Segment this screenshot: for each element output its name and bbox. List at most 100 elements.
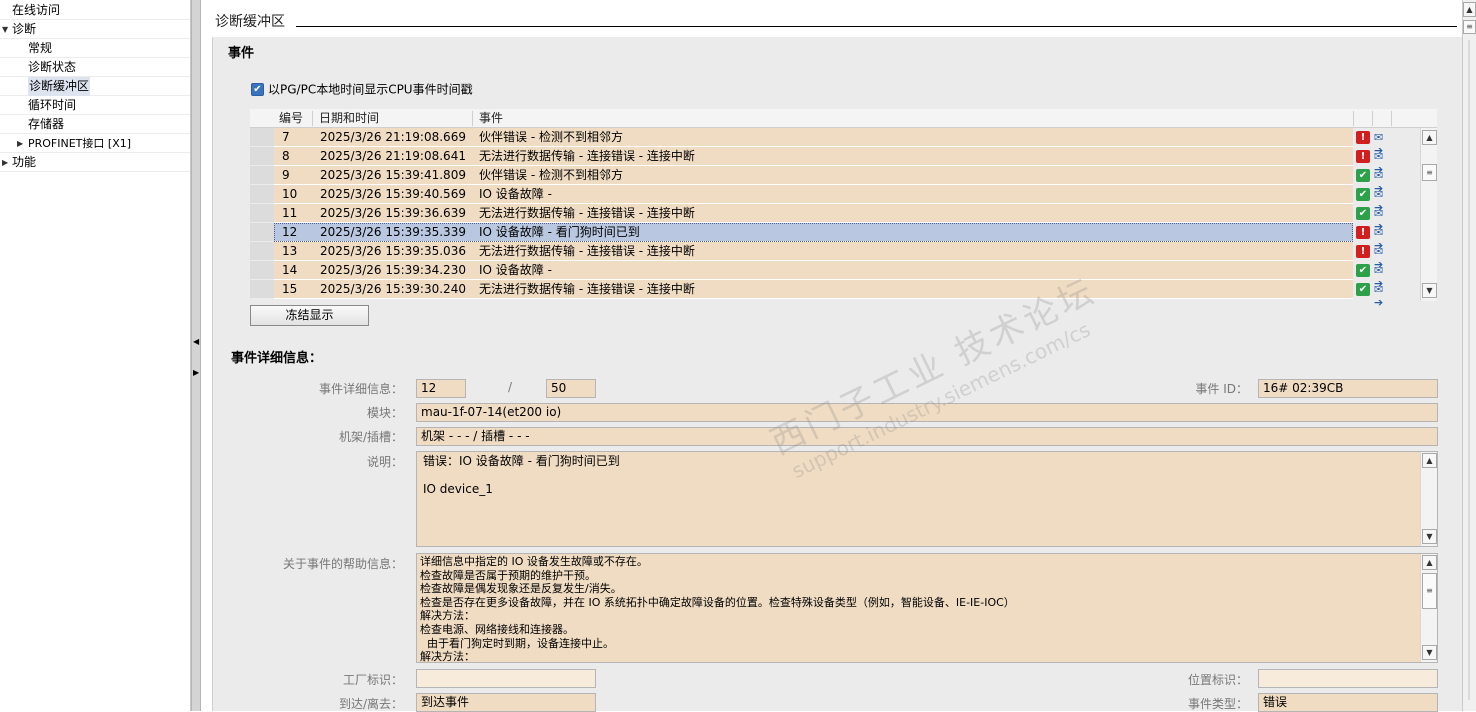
- event-row[interactable]: 15 2025/3/26 15:39:30.240 无法进行数据传输 - 连接错误 …: [250, 280, 1437, 309]
- scroll-thumb[interactable]: ≡: [1422, 164, 1437, 181]
- ok-status-icon[interactable]: ✔: [1356, 169, 1370, 182]
- tree-item-cycle-time[interactable]: 循环时间: [0, 96, 190, 115]
- tree-item-functions[interactable]: ▶ 功能: [0, 153, 190, 172]
- row-header[interactable]: [250, 128, 274, 147]
- diag-buffer-panel: 事件 ✔ 以PG/PC本地时间显示CPU事件时间戳 编号 日期和时间 事件 7 20…: [212, 37, 1462, 712]
- event-row[interactable]: 10 2025/3/26 15:39:40.569 IO 设备故障 - ✔ ✉➔: [250, 185, 1437, 214]
- column-separator[interactable]: [1391, 111, 1392, 126]
- module-field[interactable]: mau-1f-07-14(et200 io): [416, 403, 1438, 422]
- local-time-checkbox[interactable]: ✔: [251, 83, 264, 96]
- goto-device-icon[interactable]: ✉➔: [1374, 207, 1390, 233]
- tree-item-diagnostics[interactable]: ▼ 诊断: [0, 20, 190, 39]
- ok-status-icon[interactable]: ✔: [1356, 188, 1370, 201]
- chevron-down-icon[interactable]: ▼: [2, 20, 8, 39]
- ok-status-icon[interactable]: ✔: [1356, 207, 1370, 220]
- row-header[interactable]: [250, 242, 274, 261]
- scroll-down-icon[interactable]: ▼: [1422, 529, 1437, 544]
- panel-splitter[interactable]: ◀ ▶: [191, 0, 201, 711]
- row-header[interactable]: [250, 185, 274, 204]
- scroll-thumb[interactable]: ≡: [1422, 573, 1437, 609]
- row-header[interactable]: [250, 223, 274, 242]
- tree-item-profinet[interactable]: ▶ PROFINET接口 [X1]: [0, 134, 190, 153]
- tree-item-diag-status[interactable]: 诊断状态: [0, 58, 190, 77]
- ok-status-icon[interactable]: ✔: [1356, 264, 1370, 277]
- help-textarea[interactable]: 详细信息中指定的 IO 设备发生故障或不存在。 检查故障是否属于预期的维护干预。…: [416, 553, 1438, 663]
- goto-device-icon[interactable]: ✉➔: [1374, 188, 1390, 214]
- right-edge-scrollbar[interactable]: ▲ ≡: [1462, 0, 1476, 711]
- error-status-icon[interactable]: !: [1356, 245, 1370, 258]
- scroll-up-icon[interactable]: ▲: [1422, 130, 1437, 145]
- row-header[interactable]: [250, 261, 274, 280]
- event-row[interactable]: 8 2025/3/26 21:19:08.641 无法进行数据传输 - 连接错误 -…: [250, 147, 1437, 176]
- row-header[interactable]: [250, 280, 274, 299]
- tree-item-memory[interactable]: 存储器: [0, 115, 190, 134]
- event-row[interactable]: 12 2025/3/26 15:39:35.339 IO 设备故障 - 看门狗时间已…: [250, 223, 1437, 252]
- error-status-icon[interactable]: !: [1356, 131, 1370, 144]
- ok-status-icon[interactable]: ✔: [1356, 283, 1370, 296]
- row-header[interactable]: [250, 166, 274, 185]
- events-scrollbar[interactable]: ▲ ≡ ▼: [1420, 128, 1437, 301]
- column-separator[interactable]: [312, 111, 313, 126]
- goto-device-icon[interactable]: ✉➔: [1374, 226, 1390, 252]
- tree-item-online-access[interactable]: 在线访问: [0, 1, 190, 20]
- column-header-datetime[interactable]: 日期和时间: [319, 109, 379, 128]
- scroll-up-icon[interactable]: ▲: [1463, 2, 1476, 17]
- expand-right-icon[interactable]: ▶: [193, 368, 199, 377]
- collapse-left-icon[interactable]: ◀: [193, 337, 199, 346]
- tree-item-diag-buffer[interactable]: 诊断缓冲区: [0, 77, 190, 96]
- event-row[interactable]: 11 2025/3/26 15:39:36.639 无法进行数据传输 - 连接错误 …: [250, 204, 1437, 233]
- chevron-right-icon[interactable]: ▶: [2, 153, 8, 172]
- rack-slot-label: 机架/插槽：: [338, 430, 403, 444]
- scroll-track[interactable]: [1468, 40, 1470, 700]
- scroll-up-icon[interactable]: ▲: [1422, 453, 1437, 468]
- event-type-field[interactable]: 错误: [1258, 693, 1438, 712]
- description-textarea[interactable]: 错误：IO 设备故障 - 看门狗时间已到 IO device_1 ▲ ▼: [416, 451, 1438, 547]
- scroll-thumb[interactable]: ≡: [1463, 20, 1476, 34]
- title-divider: [296, 26, 1457, 27]
- page-title: 诊断缓冲区: [215, 14, 285, 30]
- arrive-leave-field[interactable]: 到达事件: [416, 693, 596, 712]
- error-status-icon[interactable]: !: [1356, 150, 1370, 163]
- scroll-down-icon[interactable]: ▼: [1422, 645, 1437, 660]
- scroll-down-icon[interactable]: ▼: [1422, 283, 1437, 298]
- event-number: 12: [282, 225, 298, 239]
- column-separator[interactable]: [1353, 111, 1354, 126]
- detail-separator: /: [508, 380, 513, 394]
- event-row[interactable]: 7 2025/3/26 21:19:08.669 伙伴错误 - 检测不到相邻方! ✉➔: [250, 128, 1437, 157]
- goto-device-icon[interactable]: ✉➔: [1374, 264, 1390, 290]
- goto-device-icon[interactable]: ✉➔: [1374, 283, 1390, 309]
- plant-id-field[interactable]: [416, 669, 596, 688]
- event-id-label: 事件 ID：: [1195, 382, 1248, 396]
- tree-item-label: 存储器: [28, 117, 65, 131]
- local-time-option[interactable]: ✔ 以PG/PC本地时间显示CPU事件时间戳: [251, 81, 473, 97]
- goto-device-icon[interactable]: ✉➔: [1374, 150, 1390, 176]
- location-id-field[interactable]: [1258, 669, 1438, 688]
- event-id-field[interactable]: 16# 02:39CB: [1258, 379, 1438, 398]
- tree-item-general[interactable]: 常规: [0, 39, 190, 58]
- scroll-up-icon[interactable]: ▲: [1422, 555, 1437, 570]
- goto-device-icon[interactable]: ✉➔: [1374, 245, 1390, 271]
- goto-device-icon[interactable]: ✉➔: [1374, 169, 1390, 195]
- event-text: 伙伴错误 - 检测不到相邻方: [479, 168, 623, 182]
- help-scrollbar[interactable]: ▲ ≡ ▼: [1420, 554, 1437, 662]
- column-separator[interactable]: [1372, 111, 1373, 126]
- row-header[interactable]: [250, 147, 274, 166]
- rack-slot-field[interactable]: 机架 - - - / 插槽 - - -: [416, 427, 1438, 446]
- description-text: 错误：IO 设备故障 - 看门狗时间已到 IO device_1: [423, 454, 620, 496]
- tree-item-label: 诊断: [12, 22, 37, 36]
- detail-total-field[interactable]: 50: [546, 379, 596, 398]
- column-header-event[interactable]: 事件: [479, 109, 503, 128]
- description-scrollbar[interactable]: ▲ ▼: [1420, 452, 1437, 546]
- description-label: 说明：: [366, 455, 403, 469]
- freeze-display-button[interactable]: 冻结显示: [250, 305, 369, 326]
- event-row[interactable]: 13 2025/3/26 15:39:35.036 无法进行数据传输 - 连接错误 …: [250, 242, 1437, 271]
- row-header[interactable]: [250, 204, 274, 223]
- column-header-num[interactable]: 编号: [279, 109, 303, 128]
- goto-device-icon[interactable]: ✉➔: [1374, 131, 1390, 157]
- error-status-icon[interactable]: !: [1356, 226, 1370, 239]
- event-row[interactable]: 14 2025/3/26 15:39:34.230 IO 设备故障 - ✔ ✉➔: [250, 261, 1437, 290]
- chevron-right-icon[interactable]: ▶: [17, 134, 23, 153]
- detail-index-field[interactable]: 12: [416, 379, 466, 398]
- column-separator[interactable]: [472, 111, 473, 126]
- event-row[interactable]: 9 2025/3/26 15:39:41.809 伙伴错误 - 检测不到相邻方 ✔ ✉➔: [250, 166, 1437, 195]
